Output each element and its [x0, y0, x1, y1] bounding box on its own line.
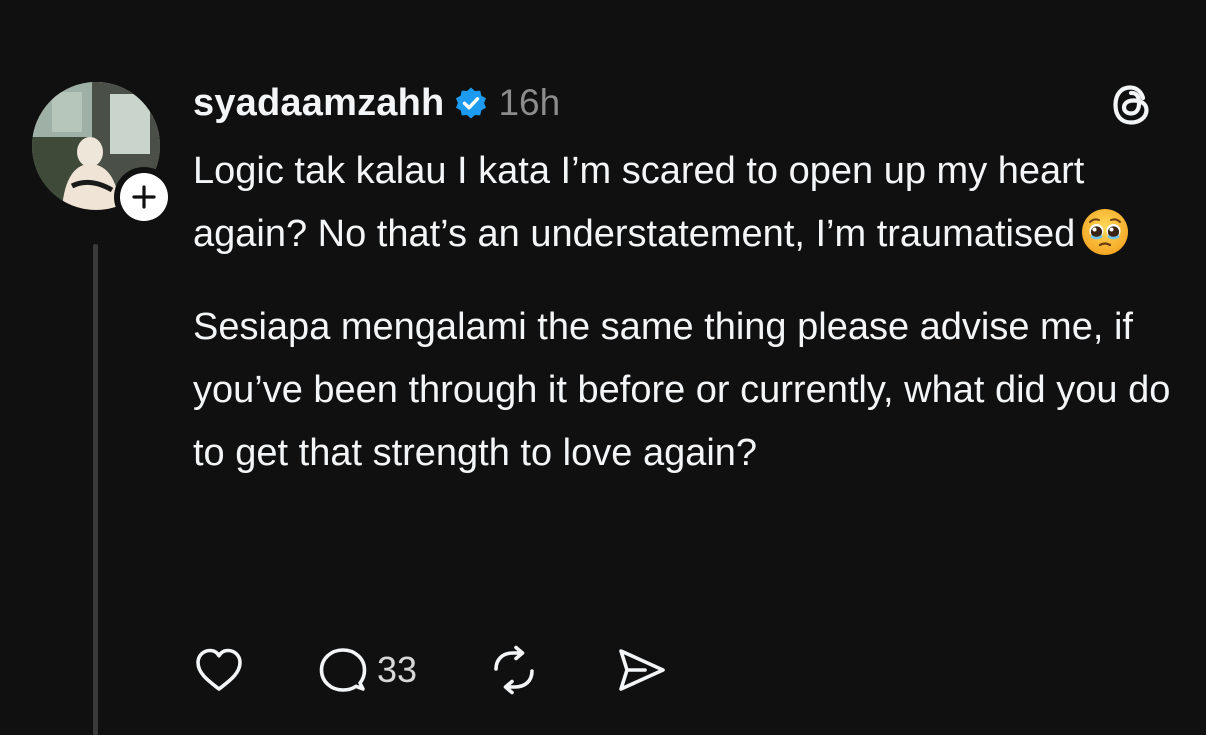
username[interactable]: syadaamzahh [193, 82, 444, 125]
repost-button[interactable] [487, 645, 541, 695]
heart-icon [196, 648, 242, 691]
send-icon [619, 649, 665, 691]
post-paragraph-1: Logic tak kalau I kata I’m scared to ope… [193, 140, 1173, 266]
post-text: Logic tak kalau I kata I’m scared to ope… [193, 140, 1173, 485]
post-actions: 33 [193, 640, 669, 700]
like-button[interactable] [193, 646, 245, 694]
post-timestamp: 16h [498, 82, 561, 123]
post-paragraph-1-text: Logic tak kalau I kata I’m scared to ope… [193, 150, 1085, 255]
verified-badge-icon [454, 86, 488, 120]
pleading-face-emoji-icon [1079, 206, 1131, 258]
reply-button[interactable]: 33 [317, 645, 417, 695]
follow-button[interactable] [114, 167, 174, 227]
share-button[interactable] [615, 645, 669, 695]
thread-line [93, 244, 98, 735]
repost-icon [494, 645, 534, 695]
reply-count: 33 [377, 649, 418, 690]
plus-icon [120, 173, 168, 221]
comment-icon [319, 648, 367, 692]
post-paragraph-2: Sesiapa mengalami the same thing please … [193, 306, 1171, 474]
threads-logo-icon[interactable] [1110, 82, 1156, 128]
post-header: syadaamzahh 16h [193, 80, 560, 126]
